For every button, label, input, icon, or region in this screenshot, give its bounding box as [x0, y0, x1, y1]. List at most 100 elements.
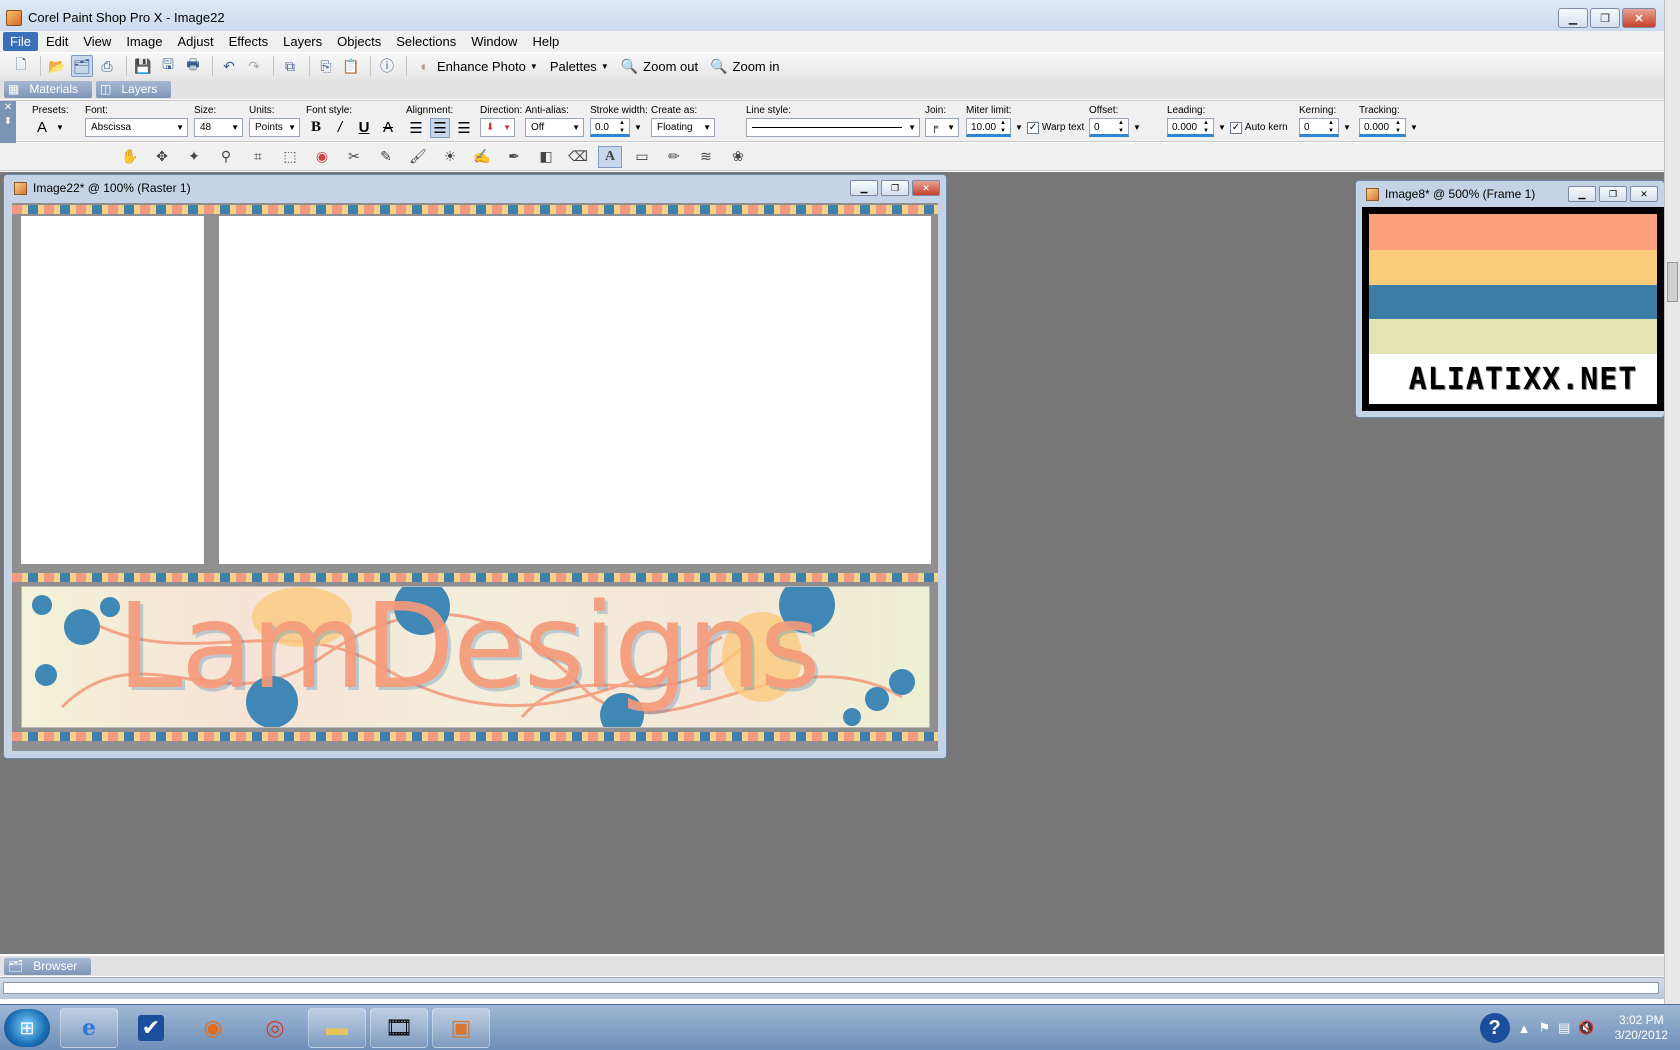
stroke-width-input[interactable]: 0.0 — [590, 118, 630, 137]
units-select[interactable]: Points — [249, 118, 300, 137]
doc-maximize-button[interactable]: ❐ — [1599, 186, 1627, 202]
clone-brush-icon[interactable]: ✎ — [374, 146, 398, 168]
crop-tool-icon[interactable]: ⌗ — [246, 146, 270, 168]
menu-edit[interactable]: Edit — [39, 32, 75, 51]
scrollbar-thumb[interactable] — [1667, 262, 1678, 302]
dropdown-arrow-icon[interactable]: ▼ — [1015, 123, 1023, 132]
pan-tool-icon[interactable]: ✋ — [118, 146, 142, 168]
lighten-darken-icon[interactable]: ☀ — [438, 146, 462, 168]
red-eye-icon[interactable]: ◉ — [310, 146, 334, 168]
warp-text-checkbox[interactable]: ✓ Warp text — [1026, 121, 1084, 134]
dropdown-arrow-icon[interactable]: ▼ — [1133, 123, 1141, 132]
kerning-input[interactable]: 0 — [1299, 118, 1339, 137]
selection-tool-icon[interactable]: ⬚ — [278, 146, 302, 168]
paste-icon[interactable]: 📋 — [340, 55, 362, 77]
font-select[interactable]: Abscissa — [85, 118, 188, 137]
move-tool-icon[interactable]: ✥ — [150, 146, 174, 168]
direction-select[interactable]: ⬇ — [480, 118, 515, 137]
enhance-photo-button[interactable]: Enhance Photo ▼ — [437, 59, 538, 74]
offset-input[interactable]: 0 — [1089, 118, 1129, 137]
flood-fill-icon[interactable]: ◧ — [534, 146, 558, 168]
menu-effects[interactable]: Effects — [222, 32, 276, 51]
info-icon[interactable]: ⓘ — [376, 55, 398, 77]
minimize-button[interactable]: ▁ — [1558, 8, 1588, 28]
taskbar-tasks[interactable]: ✔ — [122, 1008, 180, 1048]
eraser-tool-icon[interactable]: ⌫ — [566, 146, 590, 168]
paint-brush-icon[interactable]: 🖌 — [406, 146, 430, 168]
network-icon[interactable]: ▤ — [1558, 1020, 1570, 1036]
antialias-select[interactable]: Off — [525, 118, 584, 137]
smudge-icon[interactable]: ✍ — [470, 146, 494, 168]
menu-image[interactable]: Image — [119, 32, 169, 51]
start-button[interactable]: ⊞ — [4, 1009, 50, 1047]
underline-icon[interactable]: U — [354, 119, 374, 136]
dropdown-arrow-icon[interactable]: ▼ — [1410, 123, 1418, 132]
menu-help[interactable]: Help — [525, 32, 566, 51]
doc-maximize-button[interactable]: ❐ — [881, 180, 909, 196]
layers-tab[interactable]: ◫ Layers — [96, 80, 172, 98]
menu-window[interactable]: Window — [464, 32, 524, 51]
resize-icon[interactable]: ⧉ — [279, 55, 301, 77]
volume-muted-icon[interactable]: 🔇 — [1578, 1020, 1594, 1036]
align-center-icon[interactable]: ☰ — [430, 117, 450, 138]
zoom-out-button[interactable]: 🔍 Zoom out — [621, 58, 698, 75]
palettes-button[interactable]: Palettes ▼ — [550, 59, 609, 74]
leading-input[interactable]: 0.000 — [1167, 118, 1214, 137]
save-as-icon[interactable]: 🖫 — [157, 55, 179, 77]
maximize-button[interactable]: ❐ — [1590, 8, 1620, 28]
taskbar-firefox[interactable]: ◉ — [184, 1008, 242, 1048]
browser-tab[interactable]: 🗂 Browser — [4, 957, 92, 975]
magic-wand-icon[interactable]: ✦ — [182, 146, 206, 168]
shape-tool-icon[interactable]: ▭ — [630, 146, 654, 168]
warp-brush-icon[interactable]: ≋ — [694, 146, 718, 168]
print-icon[interactable]: 🖶 — [182, 55, 204, 77]
makeover-icon[interactable]: ✂ — [342, 146, 366, 168]
save-icon[interactable]: 💾 — [132, 55, 154, 77]
doc-close-button[interactable]: ✕ — [912, 180, 940, 196]
picture-tube-icon[interactable]: ❀ — [726, 146, 750, 168]
menu-view[interactable]: View — [76, 32, 118, 51]
open-folder-icon[interactable]: 📂 — [46, 55, 68, 77]
strikethrough-icon[interactable]: A — [378, 119, 398, 136]
auto-kern-checkbox[interactable]: ✓ Auto kern — [1229, 121, 1288, 134]
size-select[interactable]: 48 — [194, 118, 243, 137]
tray-expand-icon[interactable]: ▲ — [1518, 1021, 1531, 1036]
eraser-icon[interactable]: ◖ — [412, 55, 434, 77]
menu-selections[interactable]: Selections — [389, 32, 463, 51]
taskbar-chrome[interactable]: ◎ — [246, 1008, 304, 1048]
taskbar-explorer[interactable]: ▬ — [308, 1008, 366, 1048]
undo-icon[interactable]: ↶ — [218, 55, 240, 77]
text-tool-icon[interactable]: A — [598, 145, 622, 168]
line-style-select[interactable] — [746, 118, 920, 137]
action-center-flag-icon[interactable]: ⚑ — [1538, 1020, 1550, 1036]
vertical-scrollbar[interactable] — [1664, 0, 1680, 1004]
doc-close-button[interactable]: ✕ — [1630, 186, 1658, 202]
scan-icon[interactable]: ⎙ — [96, 55, 118, 77]
options-grip[interactable]: ✕ ⬍ — [0, 101, 16, 143]
taskbar-film-app[interactable]: 🎞 — [370, 1008, 428, 1048]
align-right-icon[interactable]: ☰ — [454, 119, 474, 137]
dropdown-arrow-icon[interactable]: ▼ — [56, 123, 64, 132]
align-left-icon[interactable]: ☰ — [406, 119, 426, 137]
pen-tool-icon[interactable]: ✒ — [502, 146, 526, 168]
doc-minimize-button[interactable]: ▁ — [1568, 186, 1596, 202]
pen-draw-icon[interactable]: ✏ — [662, 146, 686, 168]
dropdown-arrow-icon[interactable]: ▼ — [634, 123, 642, 132]
help-icon[interactable]: ? — [1479, 1013, 1510, 1043]
materials-tab[interactable]: ▦ Materials — [4, 80, 93, 98]
bold-icon[interactable]: B — [306, 119, 326, 136]
clock[interactable]: 3:02 PM 3/20/2012 — [1615, 1013, 1668, 1043]
taskbar-internet-explorer[interactable]: e — [60, 1008, 118, 1048]
tracking-input[interactable]: 0.000 — [1359, 118, 1406, 137]
miter-limit-input[interactable]: 10.00 — [966, 118, 1011, 137]
menu-layers[interactable]: Layers — [276, 32, 329, 51]
create-as-select[interactable]: Floating — [651, 118, 715, 137]
eyedropper-icon[interactable]: ⚲ — [214, 146, 238, 168]
menu-objects[interactable]: Objects — [330, 32, 388, 51]
redo-icon[interactable]: ↷ — [243, 55, 265, 77]
dropdown-arrow-icon[interactable]: ▼ — [1343, 123, 1351, 132]
menu-adjust[interactable]: Adjust — [170, 32, 220, 51]
browse-icon[interactable]: 🗂 — [71, 55, 93, 77]
italic-icon[interactable]: / — [330, 119, 350, 136]
copy-merged-icon[interactable]: ⎘ — [315, 55, 337, 77]
